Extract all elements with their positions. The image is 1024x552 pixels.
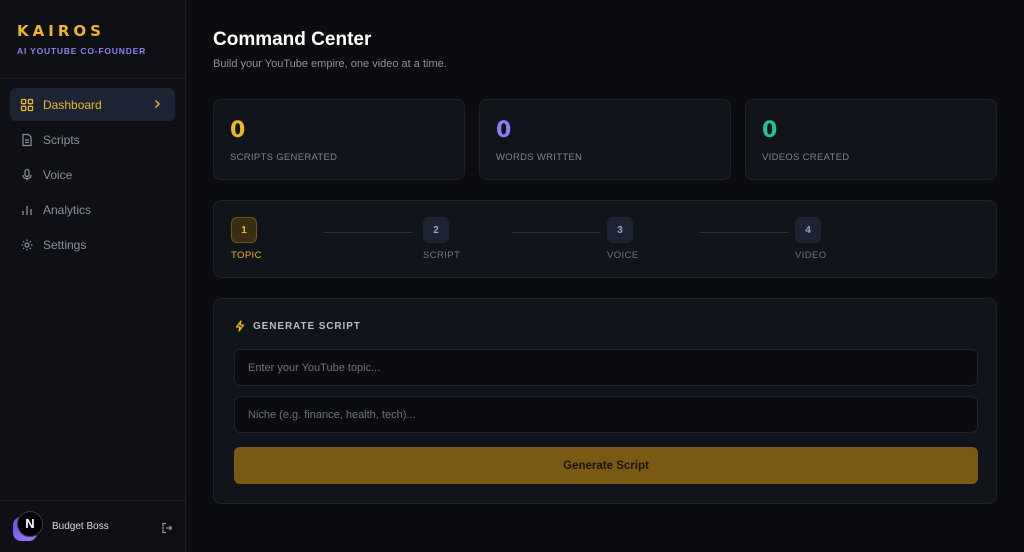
generate-script-header: GENERATE SCRIPT xyxy=(234,320,361,332)
brand-name: KAIROS xyxy=(17,22,105,40)
step-label: TOPIC xyxy=(231,250,262,261)
step-number: 3 xyxy=(607,217,633,243)
sidebar-item-label: Scripts xyxy=(43,132,80,147)
step-label: VIDEO xyxy=(795,250,827,261)
sidebar-item-settings[interactable]: Settings xyxy=(10,228,175,261)
page-title: Command Center xyxy=(213,29,372,50)
stat-value: 0 xyxy=(762,118,778,143)
niche-input[interactable] xyxy=(234,396,978,433)
step-script[interactable]: 2 SCRIPT xyxy=(423,217,483,261)
sidebar-item-label: Dashboard xyxy=(43,97,102,112)
logout-icon[interactable] xyxy=(161,521,173,534)
step-voice[interactable]: 3 VOICE xyxy=(607,217,667,261)
stat-value: 0 xyxy=(230,118,246,143)
stat-card-words: 0 WORDS WRITTEN xyxy=(479,99,731,180)
step-connector xyxy=(324,232,412,233)
step-connector xyxy=(700,232,788,233)
generate-script-button[interactable]: Generate Script xyxy=(234,447,978,484)
generate-script-panel: GENERATE SCRIPT Generate Script xyxy=(213,298,997,504)
avatar-letter: N xyxy=(17,510,43,537)
step-number: 1 xyxy=(231,217,257,243)
sidebar-item-label: Analytics xyxy=(43,202,92,217)
stat-value: 0 xyxy=(496,118,512,143)
sidebar-item-label: Settings xyxy=(43,237,87,252)
step-label: VOICE xyxy=(607,250,639,261)
brand: KAIROS AI YOUTUBE CO-FOUNDER xyxy=(0,0,185,79)
step-topic[interactable]: 1 TOPIC xyxy=(231,217,291,261)
stat-card-videos: 0 VIDEOS CREATED xyxy=(745,99,997,180)
step-video[interactable]: 4 VIDEO xyxy=(795,217,855,261)
user-name: Budget Boss xyxy=(52,521,109,532)
page-subtitle: Build your YouTube empire, one video at … xyxy=(213,58,447,70)
chevron-right-icon xyxy=(151,98,163,110)
step-number: 4 xyxy=(795,217,821,243)
stat-label: SCRIPTS GENERATED xyxy=(230,152,338,163)
sidebar-item-scripts[interactable]: Scripts xyxy=(10,123,175,156)
step-number: 2 xyxy=(423,217,449,243)
user-profile: N Budget Boss xyxy=(0,500,186,552)
stat-label: WORDS WRITTEN xyxy=(496,152,583,163)
grid-icon xyxy=(20,98,34,112)
gear-icon xyxy=(20,238,34,252)
lightning-icon xyxy=(234,320,246,332)
sidebar-item-analytics[interactable]: Analytics xyxy=(10,193,175,226)
generate-script-title: GENERATE SCRIPT xyxy=(253,320,361,332)
brand-subtitle: AI YOUTUBE CO-FOUNDER xyxy=(17,46,147,56)
sidebar: KAIROS AI YOUTUBE CO-FOUNDER Dashboard S… xyxy=(0,0,186,552)
sidebar-item-dashboard[interactable]: Dashboard xyxy=(10,88,175,121)
stat-card-scripts: 0 SCRIPTS GENERATED xyxy=(213,99,465,180)
progress-stepper: 1 TOPIC 2 SCRIPT 3 VOICE 4 VIDEO xyxy=(213,200,997,278)
stat-label: VIDEOS CREATED xyxy=(762,152,850,163)
microphone-icon xyxy=(20,168,34,182)
sidebar-item-voice[interactable]: Voice xyxy=(10,158,175,191)
sidebar-nav: Dashboard Scripts Voice Analytics Settin… xyxy=(0,79,185,261)
bar-chart-icon xyxy=(20,203,34,217)
sidebar-item-label: Voice xyxy=(43,167,73,182)
step-label: SCRIPT xyxy=(423,250,461,261)
avatar[interactable]: N xyxy=(13,510,43,541)
topic-input[interactable] xyxy=(234,349,978,386)
document-icon xyxy=(20,133,34,147)
step-connector xyxy=(512,232,600,233)
